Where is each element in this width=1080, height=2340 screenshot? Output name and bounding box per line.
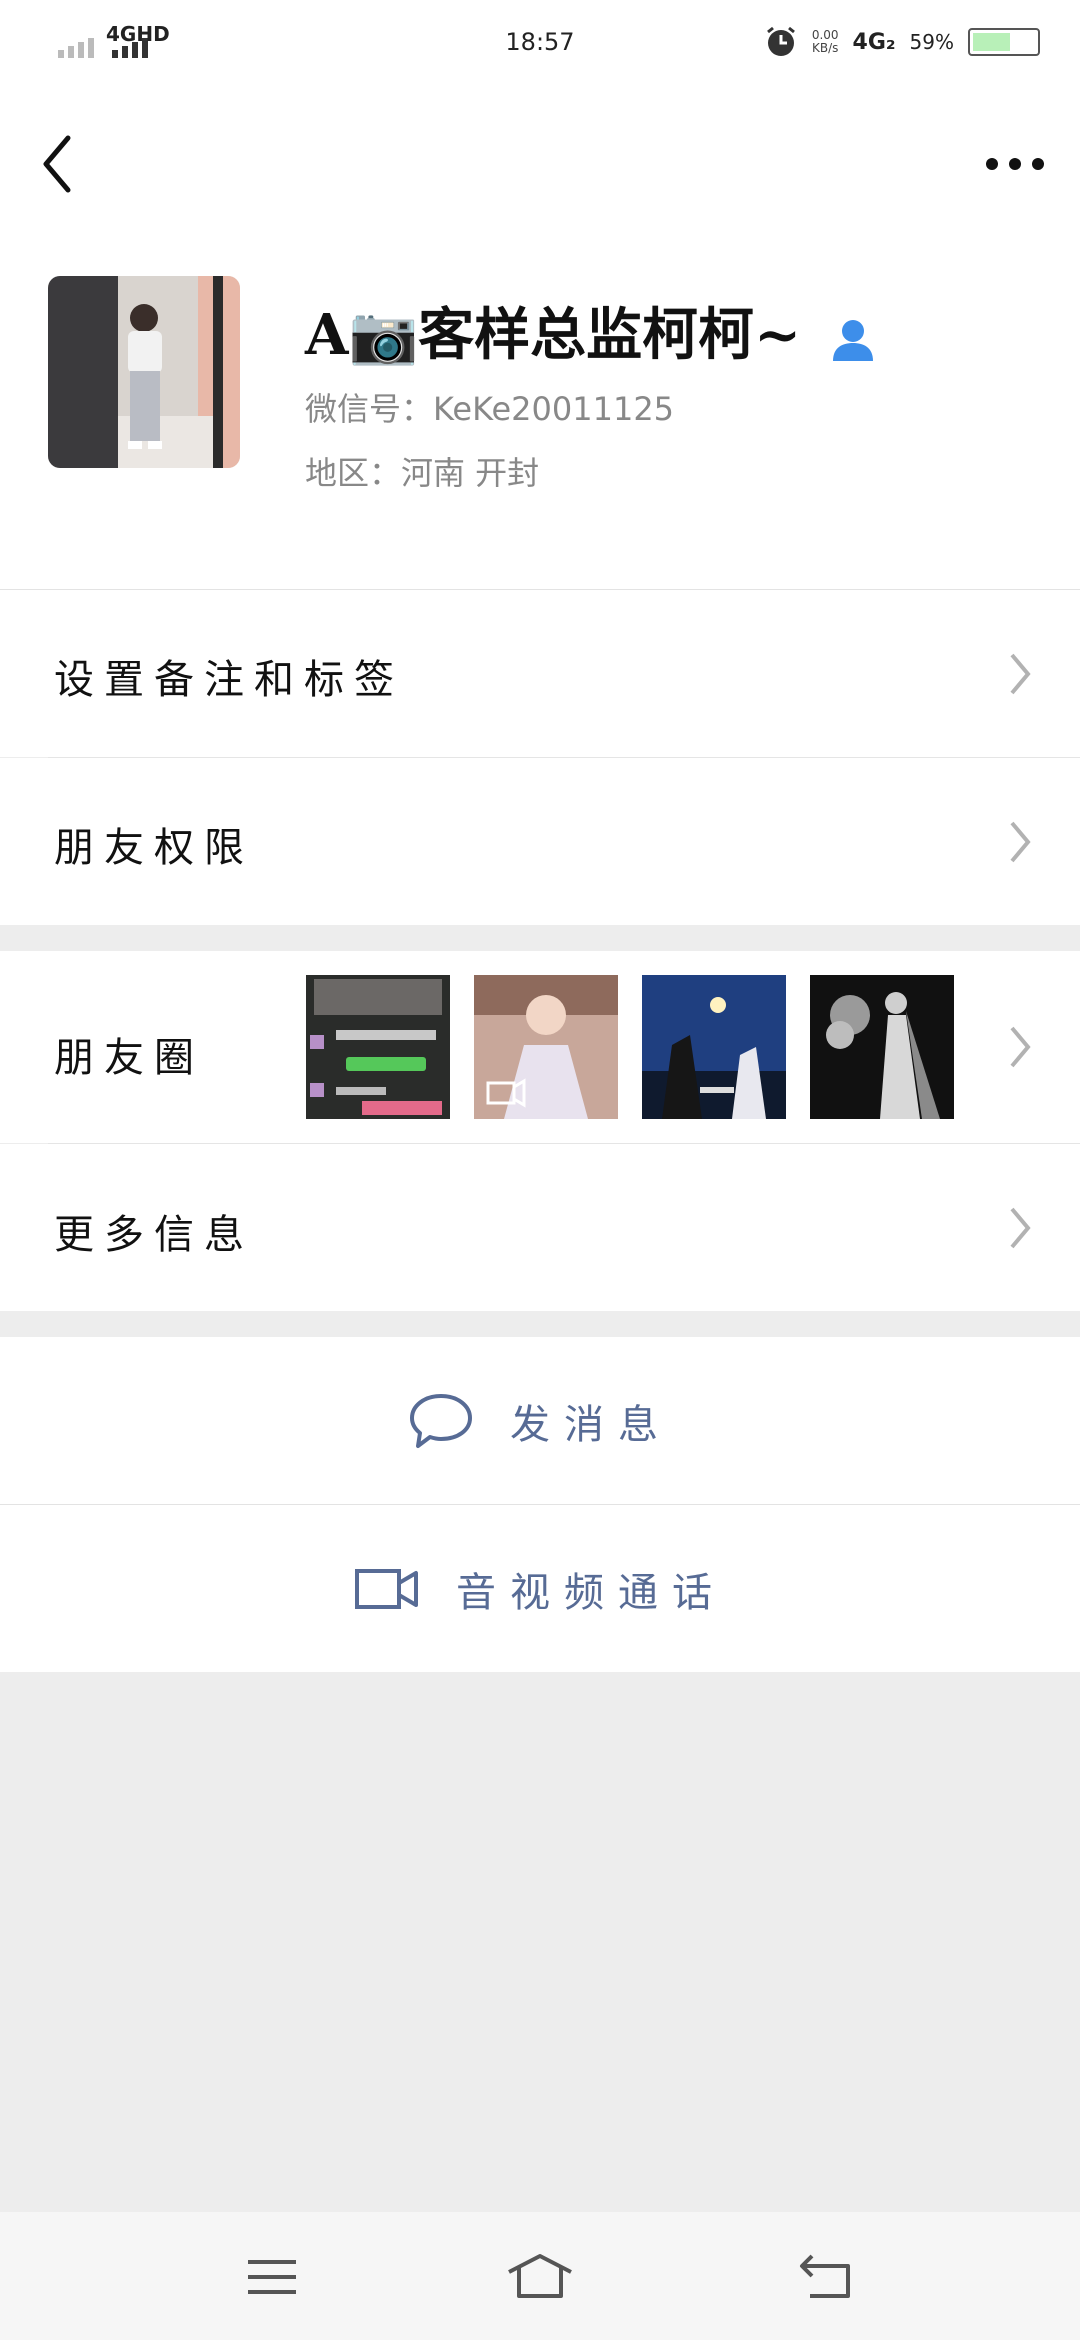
status-bar: 4GHD 18:57 0.00 KB/s 4G₂ 59%	[0, 0, 1080, 84]
video-camera-icon	[355, 1568, 418, 1609]
friend-permissions-row[interactable]: 朋友权限	[0, 758, 1080, 925]
network-type-right: 4G₂	[852, 29, 896, 55]
set-remarks-and-tags-row[interactable]: 设置备注和标签	[0, 590, 1080, 757]
contact-person-icon	[832, 320, 873, 362]
back-arrow-icon[interactable]	[34, 124, 94, 204]
display-name: A📷客样总监柯柯~	[305, 290, 879, 371]
video-call-button[interactable]: 音视频通话	[0, 1505, 1080, 1672]
battery-icon	[968, 28, 1040, 56]
battery-level-fill	[973, 33, 1010, 51]
chevron-right-icon	[1010, 1026, 1031, 1068]
more-dots-icon[interactable]	[980, 134, 1050, 194]
chevron-right-icon	[1010, 653, 1031, 695]
more-info-row[interactable]: 更多信息	[0, 1144, 1080, 1311]
moments-thumbnail-chat[interactable]	[306, 975, 450, 1119]
region: 地区：河南 开封	[305, 454, 540, 492]
permissions-label: 朋友权限	[54, 825, 254, 871]
chevron-right-icon	[1010, 821, 1031, 863]
moments-thumbnails	[306, 975, 954, 1119]
video-call-label: 音视频通话	[456, 1569, 726, 1616]
avatar-photo[interactable]	[48, 276, 240, 468]
more-info-label: 更多信息	[54, 1212, 254, 1258]
alarm-clock-icon	[766, 26, 795, 56]
chevron-right-icon	[1010, 1207, 1031, 1249]
moments-thumbnail-video[interactable]	[474, 975, 618, 1119]
return-icon[interactable]	[796, 2252, 856, 2302]
chat-bubble-icon	[410, 1393, 472, 1448]
speed-unit: KB/s	[811, 41, 839, 55]
status-right-group: 0.00 KB/s 4G₂ 59%	[764, 22, 1040, 62]
remarks-label: 设置备注和标签	[54, 657, 404, 703]
home-icon[interactable]	[505, 2252, 575, 2302]
menu-lines-icon[interactable]	[242, 2252, 302, 2302]
display-name-text: A📷客样总监柯柯~	[305, 302, 802, 368]
wechat-id: 微信号：KeKe20011125	[305, 390, 675, 428]
send-message-button[interactable]: 发消息	[0, 1337, 1080, 1504]
top-nav-bar	[0, 84, 1080, 234]
moments-thumbnail-night[interactable]	[642, 975, 786, 1119]
moments-thumbnail-wedding[interactable]	[810, 975, 954, 1119]
moments-row[interactable]: 朋友圈	[0, 951, 1080, 1143]
network-speed: 0.00 KB/s	[812, 29, 839, 55]
send-message-label: 发消息	[510, 1401, 672, 1448]
system-navigation-bar	[0, 2212, 1080, 2340]
moments-label: 朋友圈	[54, 1035, 204, 1081]
profile-header: A📷客样总监柯柯~ 微信号：KeKe20011125 地区：河南 开封	[0, 234, 1080, 589]
battery-percent: 59%	[909, 30, 954, 54]
